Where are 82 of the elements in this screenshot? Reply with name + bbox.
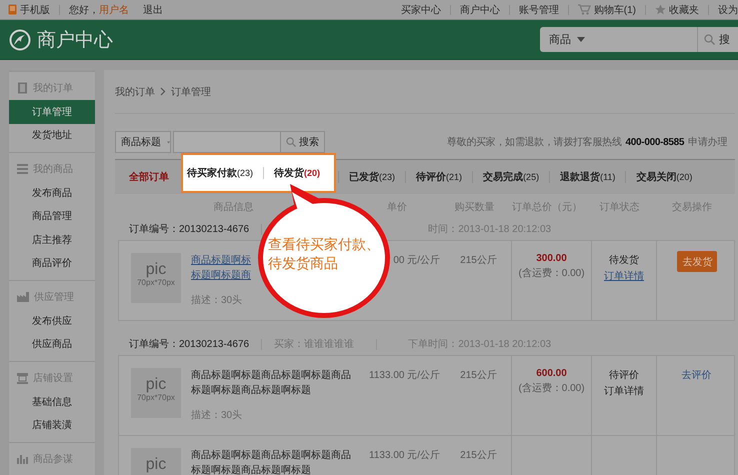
- greeting-text: 您好，: [69, 4, 99, 16]
- breadcrumb-item: 订单管理: [171, 86, 211, 98]
- order-detail-link[interactable]: 订单详情: [604, 269, 644, 283]
- sidebar-item[interactable]: 店主推荐: [9, 228, 95, 252]
- top-link[interactable]: 收藏夹: [669, 2, 699, 16]
- top-link[interactable]: 设为: [718, 2, 738, 16]
- sidebar-item[interactable]: 发货地址: [9, 124, 95, 147]
- product-description: 描述：30头: [191, 408, 244, 422]
- sidebar-group-title: 店铺设置: [33, 372, 73, 385]
- sidebar-item[interactable]: 店铺装潢: [9, 414, 95, 437]
- sidebar-item[interactable]: 商品评价: [9, 252, 95, 275]
- search-button[interactable]: 搜索: [281, 131, 325, 153]
- bar-chart-icon: [17, 454, 28, 464]
- order-status: 待评价: [609, 368, 639, 382]
- order-number: 订单编号：20130213-4676: [129, 338, 250, 351]
- top-link[interactable]: 账号管理: [518, 2, 559, 16]
- sidebar-item[interactable]: 订单管理: [9, 100, 95, 124]
- order-detail-text: 订单详情: [604, 384, 644, 398]
- placeholder-size: 70px*70px: [137, 393, 175, 403]
- notice-text: 尊敬的买家，如需退款，请拨打客服热线 400-000-8585 申请办理: [446, 136, 727, 149]
- breadcrumb-item[interactable]: 我的订单: [115, 84, 155, 98]
- site-title: 商户中心: [37, 28, 113, 52]
- quantity: 215公斤: [460, 370, 497, 381]
- search-field[interactable]: [173, 131, 281, 153]
- order-number: 订单编号：20130213-4676: [129, 222, 250, 236]
- product-description: 描述：30头: [191, 294, 244, 307]
- mobile-link[interactable]: 手机版: [20, 2, 50, 16]
- sidebar-group-title: 我的订单: [33, 82, 73, 95]
- search-icon: [704, 34, 715, 45]
- order-total: 600.00: [536, 368, 567, 379]
- desk-icon: [17, 372, 28, 384]
- unit-price: 00 元/公斤: [393, 255, 440, 266]
- quantity: 215公斤: [460, 255, 497, 266]
- placeholder-label: pic: [146, 457, 166, 473]
- top-link[interactable]: 买家中心: [400, 2, 441, 16]
- book-icon: [17, 82, 28, 94]
- search-button[interactable]: 搜: [698, 27, 738, 52]
- order-tab[interactable]: 待发货(20): [264, 166, 330, 180]
- product-title: 商品标题啊标题商品标题啊标题商品 标题啊标题商品标题啊标题: [191, 368, 351, 398]
- shipping-fee: (含运费：0.00): [518, 266, 585, 280]
- order-tab[interactable]: 待评价(21): [406, 170, 472, 184]
- order-tab[interactable]: 已发货(23): [339, 170, 406, 184]
- logo-icon: [9, 28, 31, 50]
- field-select[interactable]: 商品标题: [115, 131, 171, 153]
- order-total: 300.00: [536, 253, 567, 264]
- sidebar-item[interactable]: 发布供应: [9, 309, 95, 332]
- sidebar-item[interactable]: 发布商品: [9, 181, 95, 204]
- sidebar-item[interactable]: 供应商品: [9, 332, 95, 356]
- phone-icon: [8, 4, 17, 15]
- factory-icon: [17, 292, 29, 302]
- sidebar-group-title: 商品参谋: [33, 452, 73, 466]
- product-title-link[interactable]: 商品标题啊标 标题啊标题商: [191, 253, 251, 283]
- category-select[interactable]: 商品: [540, 27, 698, 52]
- list-icon: [17, 164, 28, 174]
- order-tab[interactable]: 交易完成(25): [473, 170, 550, 184]
- search-icon: [286, 137, 296, 147]
- placeholder-size: 70px*70px: [137, 278, 175, 288]
- callout-text: 查看待买家付款、 待发货商品: [268, 235, 381, 273]
- unit-price: 1133.00 元/公斤: [369, 450, 440, 461]
- sidebar-group-title: 供应管理: [34, 290, 74, 304]
- cart-icon: [578, 4, 591, 15]
- placeholder-label: pic: [146, 377, 166, 393]
- order-tab[interactable]: 全部订单: [129, 170, 179, 184]
- caret-icon: [577, 37, 585, 42]
- sidebar-item[interactable]: 基础信息: [9, 390, 95, 414]
- logout-link[interactable]: 退出: [143, 2, 163, 16]
- product-title: 商品标题啊标题商品标题啊标题商品 标题啊标题商品标题啊标题: [191, 448, 351, 475]
- order-tab[interactable]: 退款退货(11): [550, 170, 626, 184]
- order-status: 待发货: [609, 254, 639, 267]
- shipping-fee: (含运费：0.00): [518, 382, 585, 395]
- unit-price: 1133.00 元/公斤: [369, 370, 440, 381]
- top-link[interactable]: 商户中心: [460, 2, 500, 16]
- sidebar-item[interactable]: 商品管理: [9, 204, 95, 228]
- quantity: 215公斤: [460, 450, 497, 461]
- order-tab[interactable]: 待买家付款(23): [187, 166, 264, 180]
- placeholder-label: pic: [146, 262, 166, 278]
- order-tab[interactable]: 交易关闭(20): [626, 170, 702, 184]
- sidebar-group-title: 我的商品: [33, 162, 73, 176]
- top-link[interactable]: 购物车(1): [594, 2, 636, 16]
- chevron-icon: [160, 87, 166, 96]
- star-icon: [655, 4, 666, 15]
- review-link[interactable]: 去评价: [682, 368, 712, 382]
